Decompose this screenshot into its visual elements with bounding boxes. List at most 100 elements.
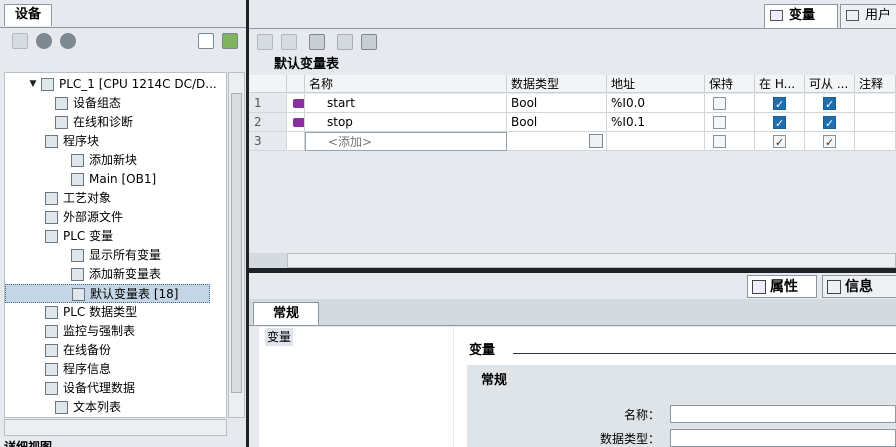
hmi-checkbox[interactable] bbox=[773, 133, 786, 150]
address-cell[interactable]: %I0.0 bbox=[607, 94, 705, 113]
tree-item[interactable]: ▶在线备份 bbox=[5, 341, 225, 360]
access-checkbox[interactable] bbox=[823, 133, 836, 150]
tree-item-label: 在线和诊断 bbox=[73, 115, 134, 129]
monitor-icon[interactable] bbox=[337, 34, 353, 50]
detail-view-header[interactable]: 详细视图 bbox=[4, 438, 246, 447]
tab-properties[interactable]: 属性 bbox=[747, 275, 817, 298]
header-accessible[interactable]: 可从 ... bbox=[805, 75, 855, 93]
address-cell[interactable]: %I0.1 bbox=[607, 113, 705, 132]
header-retain[interactable]: 保持 bbox=[705, 75, 755, 93]
new-item-icon[interactable] bbox=[12, 33, 28, 49]
address-cell[interactable] bbox=[607, 132, 705, 151]
tree-item-label: 设备组态 bbox=[73, 96, 122, 110]
retain-checkbox[interactable] bbox=[713, 135, 726, 148]
datatype-cell[interactable] bbox=[507, 132, 607, 151]
table-horizontal-scrollbar[interactable] bbox=[287, 253, 896, 268]
access-cell bbox=[805, 113, 855, 132]
tag-table-icon bbox=[72, 288, 85, 301]
retain-cell bbox=[705, 132, 755, 151]
folder-icon bbox=[45, 306, 58, 319]
tree-item-label: 程序块 bbox=[63, 134, 100, 148]
export-icon[interactable] bbox=[309, 34, 325, 50]
datatype-cell[interactable]: Bool bbox=[507, 113, 607, 132]
scroll-thumb[interactable] bbox=[231, 93, 242, 393]
tree-item[interactable]: Main [OB1] bbox=[5, 170, 225, 189]
hmi-checkbox[interactable] bbox=[773, 95, 786, 112]
tree-item[interactable]: ▶外部源文件 bbox=[5, 208, 225, 227]
tree-item-label: 添加新块 bbox=[89, 153, 138, 167]
tree-item[interactable]: 程序信息 bbox=[5, 360, 225, 379]
tab-general[interactable]: 常规 bbox=[253, 302, 319, 326]
header-address[interactable]: 地址 bbox=[607, 75, 705, 93]
name-cell[interactable]: start bbox=[305, 94, 507, 113]
access-checkbox[interactable] bbox=[823, 114, 836, 131]
tree-item[interactable]: ▼PLC 变量 bbox=[5, 227, 225, 246]
show-tags-icon bbox=[71, 249, 84, 262]
tree-item-label: 设备代理数据 bbox=[63, 381, 136, 395]
name-cell[interactable]: <添加> bbox=[305, 132, 507, 151]
tree-horizontal-scrollbar[interactable] bbox=[4, 419, 227, 436]
back-icon[interactable] bbox=[36, 33, 52, 49]
general-group-title: 常规 bbox=[481, 373, 508, 388]
collapse-arrow-icon[interactable]: ▼ bbox=[27, 75, 39, 94]
tree-item-label: 监控与强制表 bbox=[63, 324, 136, 338]
datatype-cell[interactable]: Bool bbox=[507, 94, 607, 113]
tab-tags[interactable]: 变量 bbox=[764, 4, 838, 28]
constants-icon bbox=[846, 10, 859, 21]
comment-cell[interactable] bbox=[855, 132, 896, 151]
header-datatype[interactable]: 数据类型 bbox=[507, 75, 607, 93]
retain-cell bbox=[705, 94, 755, 113]
insert-row-icon[interactable] bbox=[257, 34, 273, 50]
tree-item[interactable]: 默认变量表 [18] bbox=[5, 284, 210, 303]
comment-cell[interactable] bbox=[855, 94, 896, 113]
tree-item[interactable]: ▶PLC 数据类型 bbox=[5, 303, 225, 322]
tree-vertical-scrollbar[interactable] bbox=[228, 72, 245, 418]
header-hmi[interactable]: 在 H... bbox=[755, 75, 805, 93]
tree-item[interactable]: ▶监控与强制表 bbox=[5, 322, 225, 341]
forward-icon[interactable] bbox=[60, 33, 76, 49]
folder-icon bbox=[45, 344, 58, 357]
tree-item[interactable]: 添加新变量表 bbox=[5, 265, 225, 284]
tree-item[interactable]: ▼ PLC_1 [CPU 1214C DC/D... bbox=[5, 75, 225, 94]
tree-item[interactable]: ▶设备代理数据 bbox=[5, 379, 225, 398]
tab-info[interactable]: 信息 bbox=[822, 275, 896, 298]
tag-icon bbox=[293, 118, 304, 127]
add-row-icon[interactable] bbox=[281, 34, 297, 50]
tree-item[interactable]: ▼程序块 bbox=[5, 132, 225, 151]
devices-tab[interactable]: 设备 bbox=[4, 4, 52, 26]
access-checkbox[interactable] bbox=[823, 95, 836, 112]
tree-item[interactable]: 添加新块 bbox=[5, 151, 225, 170]
row-number: 1 bbox=[249, 94, 287, 113]
comment-cell[interactable] bbox=[855, 113, 896, 132]
row-number: 2 bbox=[249, 113, 287, 132]
tag-icon-cell bbox=[287, 132, 305, 151]
datatype-field[interactable] bbox=[670, 429, 896, 447]
hmi-cell bbox=[755, 113, 805, 132]
name-field[interactable] bbox=[670, 405, 896, 423]
editor-tabs: 变量 用户常 bbox=[249, 0, 896, 45]
tree-item[interactable]: 显示所有变量 bbox=[5, 246, 225, 265]
header-rownum bbox=[249, 75, 287, 93]
tree-item[interactable]: 设备组态 bbox=[5, 94, 225, 113]
hmi-checkbox[interactable] bbox=[773, 114, 786, 131]
folder-icon bbox=[45, 135, 58, 148]
folder-icon bbox=[45, 382, 58, 395]
tree-item[interactable]: 文本列表 bbox=[5, 398, 225, 417]
delete-unused-icon[interactable] bbox=[361, 34, 377, 50]
open-editor-icon[interactable] bbox=[222, 33, 238, 49]
tab-user-constants[interactable]: 用户常 bbox=[840, 4, 896, 45]
datatype-picker-icon[interactable] bbox=[589, 134, 603, 148]
tree-item-label: 程序信息 bbox=[63, 362, 112, 376]
tree-item[interactable]: 在线和诊断 bbox=[5, 113, 225, 132]
section-title: 变量 bbox=[469, 343, 496, 358]
overview-icon[interactable] bbox=[198, 33, 214, 49]
add-block-icon bbox=[71, 154, 84, 167]
nav-item-tag[interactable]: 变量 bbox=[265, 328, 294, 346]
tree-item[interactable]: ▶工艺对象 bbox=[5, 189, 225, 208]
retain-checkbox[interactable] bbox=[713, 116, 726, 129]
table-toolbar bbox=[249, 28, 896, 54]
name-cell[interactable]: stop bbox=[305, 113, 507, 132]
header-comment[interactable]: 注释 bbox=[855, 75, 896, 93]
header-name[interactable]: 名称 bbox=[305, 75, 507, 93]
retain-checkbox[interactable] bbox=[713, 97, 726, 110]
